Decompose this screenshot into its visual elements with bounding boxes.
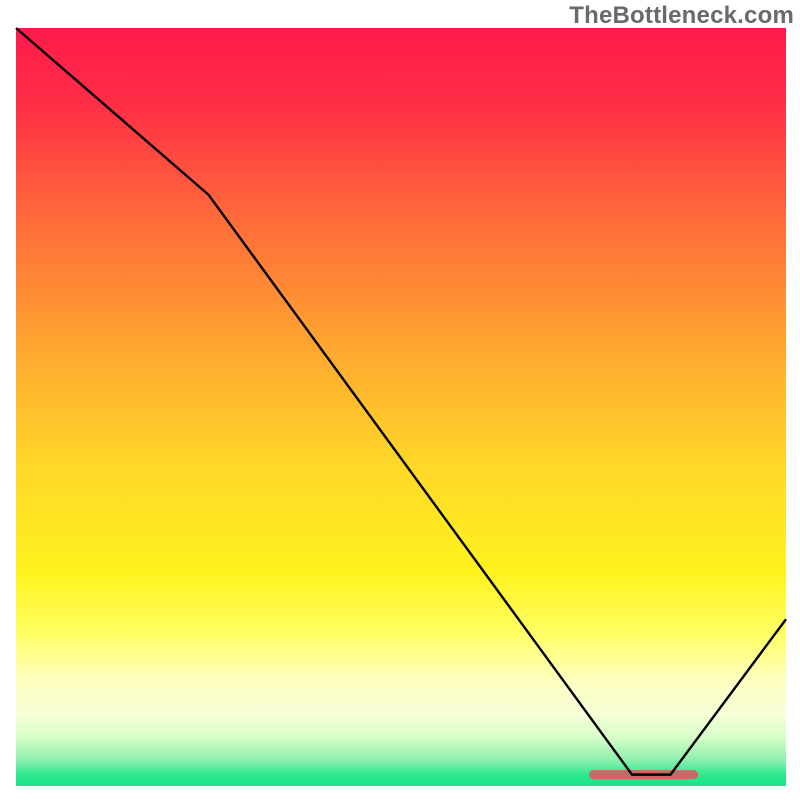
bottleneck-chart	[0, 0, 800, 800]
plot-background	[16, 28, 786, 786]
chart-container: TheBottleneck.com	[0, 0, 800, 800]
watermark-text: TheBottleneck.com	[569, 2, 794, 30]
